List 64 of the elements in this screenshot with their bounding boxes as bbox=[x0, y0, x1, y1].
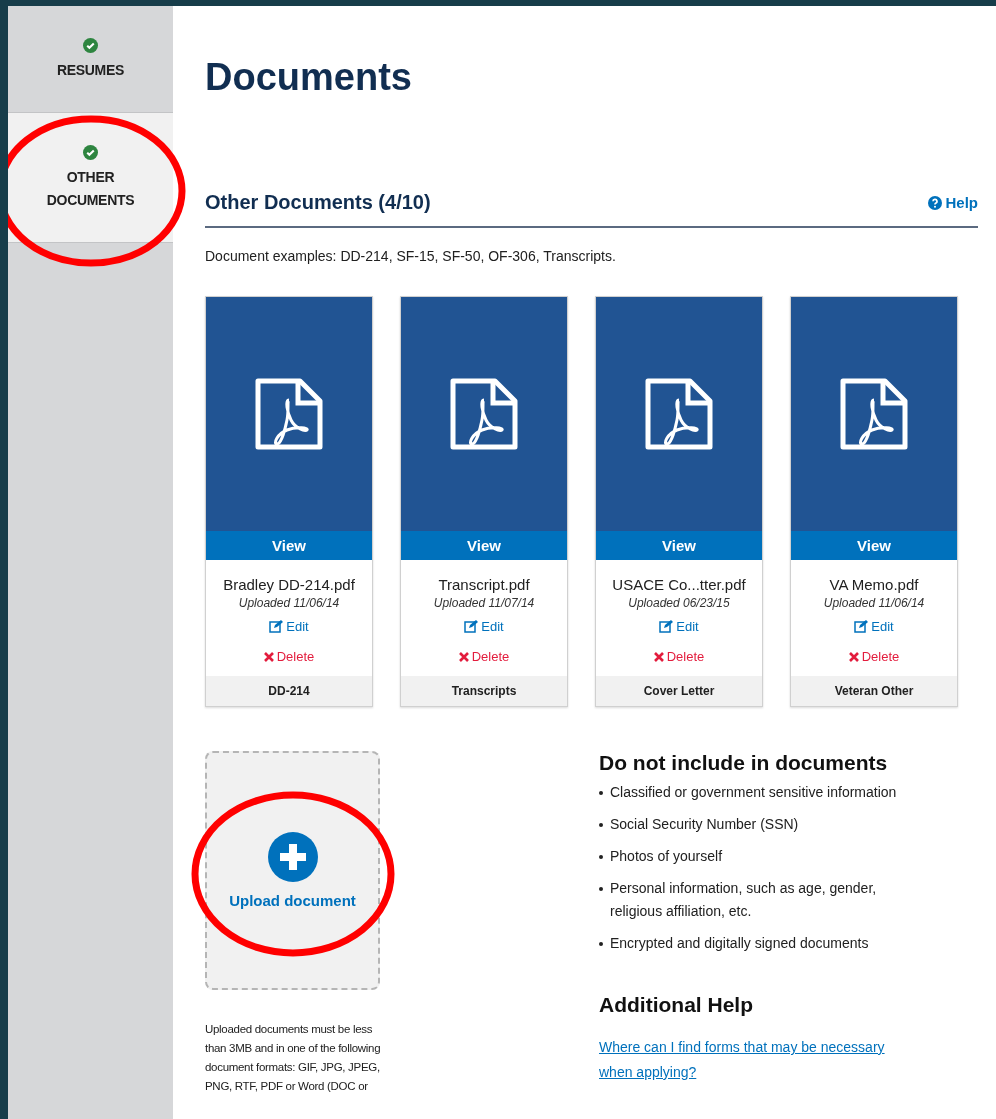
document-thumbnail[interactable] bbox=[401, 297, 567, 531]
delete-x-icon bbox=[458, 651, 469, 662]
upload-date: Uploaded 11/07/14 bbox=[433, 596, 535, 610]
delete-link[interactable]: Delete bbox=[848, 649, 900, 664]
plus-circle-icon bbox=[267, 832, 318, 882]
view-button[interactable]: View bbox=[791, 531, 957, 560]
section-title: Other Documents (4/10) bbox=[205, 191, 431, 214]
edit-icon bbox=[659, 620, 674, 633]
document-type: Cover Letter bbox=[596, 676, 762, 706]
document-thumbnail[interactable] bbox=[791, 297, 957, 531]
file-name: Transcript.pdf bbox=[438, 576, 530, 593]
pdf-file-icon bbox=[253, 376, 325, 452]
forms-help-link[interactable]: Where can I find forms that may be necessary when applying? bbox=[599, 1035, 917, 1085]
file-name: VA Memo.pdf bbox=[829, 576, 919, 593]
list-item: Photos of yourself bbox=[610, 847, 724, 866]
help-link[interactable]: Help bbox=[928, 194, 978, 211]
document-type: Transcripts bbox=[401, 676, 567, 706]
edit-link[interactable]: Edit bbox=[464, 619, 504, 634]
view-button[interactable]: View bbox=[596, 531, 762, 560]
edit-link[interactable]: Edit bbox=[269, 619, 309, 634]
page-title: Documents bbox=[205, 56, 413, 99]
sidebar-item[interactable]: OTHER DOCUMENTS bbox=[8, 113, 173, 243]
delete-link[interactable]: Delete bbox=[263, 649, 315, 664]
pdf-file-icon bbox=[838, 376, 910, 452]
bullet-icon bbox=[599, 823, 603, 827]
bullet-icon bbox=[599, 887, 603, 891]
delete-link[interactable]: Delete bbox=[653, 649, 705, 664]
edit-link[interactable]: Edit bbox=[854, 619, 894, 634]
sidebar-label: OTHER DOCUMENTS bbox=[45, 168, 136, 210]
view-button[interactable]: View bbox=[401, 531, 567, 560]
help-icon bbox=[928, 195, 943, 210]
document-thumbnail[interactable] bbox=[596, 297, 762, 531]
pdf-file-icon bbox=[643, 376, 715, 452]
bullet-icon bbox=[599, 791, 603, 795]
delete-link[interactable]: Delete bbox=[458, 649, 510, 664]
file-name: USACE Co...tter.pdf bbox=[612, 576, 746, 593]
bullet-icon bbox=[599, 942, 603, 946]
view-button[interactable]: View bbox=[206, 531, 372, 560]
list-item: Encrypted and digitally signed documents bbox=[610, 934, 870, 953]
upload-document-button[interactable]: Upload document bbox=[205, 751, 380, 990]
edit-icon bbox=[269, 620, 284, 633]
upload-note: Uploaded documents must be less than 3MB and in one of the following document formats: GIF, JPG, JPEG, PNG, RTF, PDF or Word (DOC or bbox=[205, 1022, 382, 1094]
sidebar-label: RESUMES bbox=[55, 61, 126, 80]
list-item: Personal information, such as age, gender, religious affiliation, etc. bbox=[610, 879, 878, 921]
file-name: Bradley DD-214.pdf bbox=[223, 576, 355, 593]
examples-text: Document examples: DD-214, SF-15, SF-50, OF-306, Transcripts. bbox=[205, 248, 617, 264]
edit-link[interactable]: Edit bbox=[659, 619, 699, 634]
document-thumbnail[interactable] bbox=[206, 297, 372, 531]
list-item: Classified or government sensitive information bbox=[610, 783, 898, 802]
delete-x-icon bbox=[848, 651, 859, 662]
section-heading: Additional Help bbox=[599, 993, 754, 1017]
list-item: Social Security Number (SSN) bbox=[610, 815, 800, 834]
upload-date: Uploaded 06/23/15 bbox=[628, 596, 730, 610]
pdf-file-icon bbox=[448, 376, 520, 452]
bullet-icon bbox=[599, 855, 603, 859]
section-heading: Do not include in documents bbox=[599, 751, 889, 775]
document-type: DD-214 bbox=[206, 676, 372, 706]
delete-x-icon bbox=[653, 651, 664, 662]
upload-date: Uploaded 11/06/14 bbox=[823, 596, 925, 610]
document-type: Veteran Other bbox=[791, 676, 957, 706]
delete-x-icon bbox=[263, 651, 274, 662]
edit-icon bbox=[464, 620, 479, 633]
edit-icon bbox=[854, 620, 869, 633]
upload-date: Uploaded 11/06/14 bbox=[238, 596, 340, 610]
